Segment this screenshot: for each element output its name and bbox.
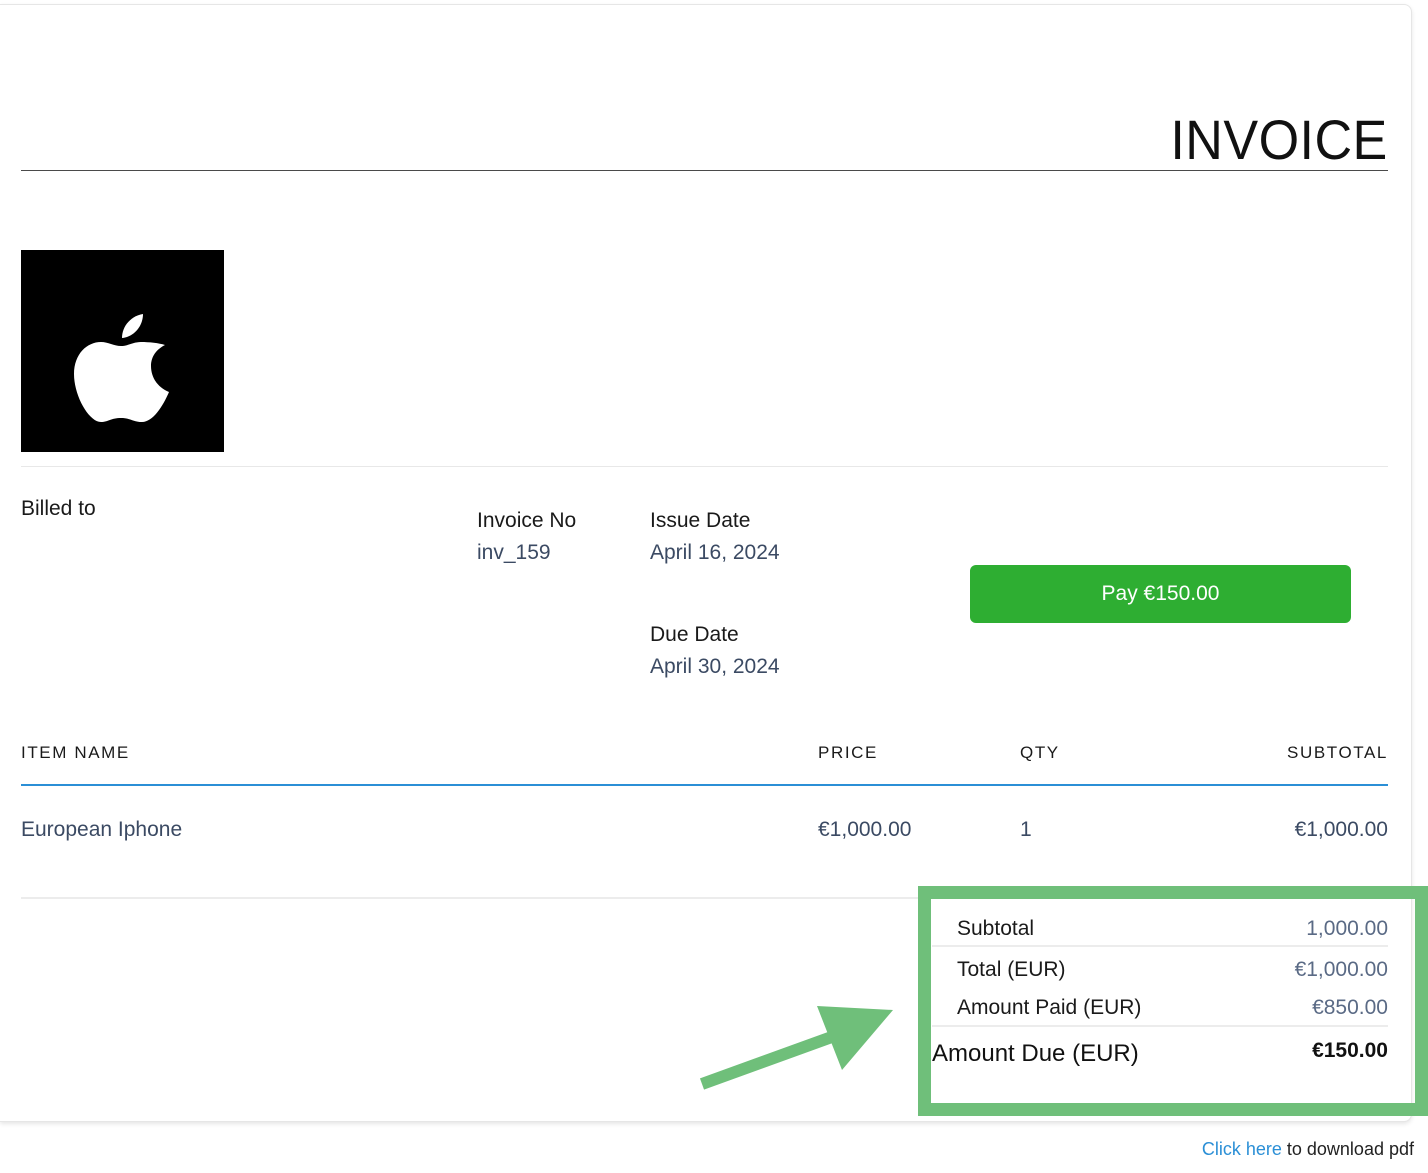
download-pdf-text: to download pdf (1281, 1139, 1414, 1159)
table-header-divider (21, 784, 1388, 786)
company-logo (21, 250, 224, 452)
row-price: €1,000.00 (818, 818, 912, 841)
row-item-name: European Iphone (21, 818, 183, 841)
invoice-title: INVOICE (1170, 108, 1388, 171)
row-qty: 1 (1020, 818, 1032, 841)
issue-date-value: April 16, 2024 (650, 541, 780, 564)
col-header-price: PRICE (818, 743, 878, 762)
col-header-item-name: ITEM NAME (21, 743, 130, 762)
apple-logo-icon (74, 314, 169, 422)
col-header-qty: QTY (1020, 743, 1060, 762)
invoice-no-value: inv_159 (477, 541, 551, 564)
download-footer: Click here to download pdf (1202, 1138, 1414, 1160)
pay-button[interactable]: Pay €150.00 (970, 565, 1351, 623)
col-header-subtotal: SUBTOTAL (1287, 743, 1388, 762)
due-date-value: April 30, 2024 (650, 655, 780, 678)
title-divider (21, 170, 1388, 171)
issue-date-label: Issue Date (650, 509, 751, 532)
invoice-no-label: Invoice No (477, 509, 577, 532)
due-date-label: Due Date (650, 623, 739, 646)
logo-divider (21, 466, 1388, 467)
download-pdf-link[interactable]: Click here (1202, 1139, 1282, 1159)
arrow-icon (699, 1006, 893, 1090)
billed-to-label: Billed to (21, 497, 96, 520)
row-subtotal: €1,000.00 (1294, 818, 1388, 841)
amount-due-highlight (918, 886, 1428, 1116)
